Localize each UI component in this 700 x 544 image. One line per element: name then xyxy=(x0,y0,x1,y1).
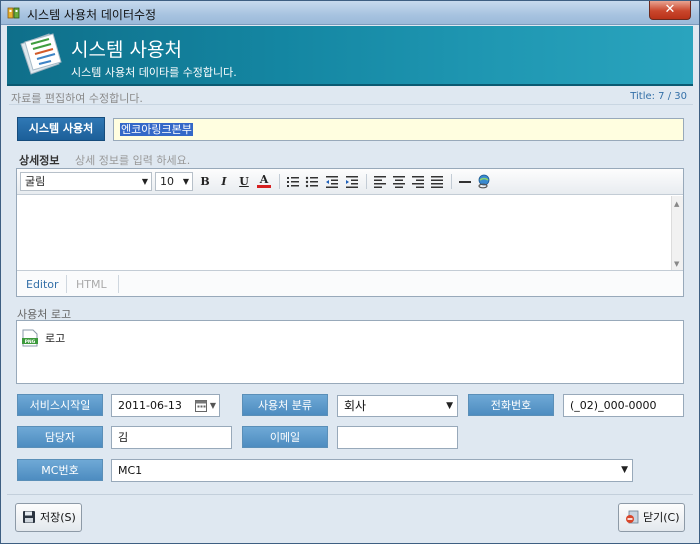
phone-input[interactable]: (_02)_000-0000 xyxy=(563,394,684,417)
header-banner: 시스템 사용처 시스템 사용처 데이타를 수정합니다. xyxy=(7,26,693,86)
bold-button[interactable]: B xyxy=(198,174,212,189)
service-start-label: 서비스시작일 xyxy=(17,394,103,416)
phone-label: 전화번호 xyxy=(468,394,554,416)
align-justify-icon[interactable] xyxy=(430,174,444,189)
chevron-down-icon[interactable]: ▼ xyxy=(210,395,216,416)
insert-link-icon[interactable] xyxy=(477,174,491,189)
document-stack-icon xyxy=(20,33,62,75)
record-counter: Title: 7 / 30 xyxy=(630,91,687,102)
email-label: 이메일 xyxy=(242,426,328,448)
manager-value: 김 xyxy=(118,431,129,444)
editor-mode-tabs: Editor HTML xyxy=(17,270,683,296)
chevron-down-icon: ▼ xyxy=(182,177,189,186)
service-start-date-input[interactable]: 2011-06-13 ▼ xyxy=(111,394,220,417)
unordered-list-icon[interactable] xyxy=(305,174,319,189)
editor-scrollbar[interactable]: ▲ ▼ xyxy=(671,196,683,270)
category-value: 회사 xyxy=(344,399,367,413)
font-size-select[interactable]: 10 ▼ xyxy=(155,172,193,191)
toolbar-divider xyxy=(451,174,452,189)
font-family-value: 굴림 xyxy=(25,175,46,188)
footer-divider xyxy=(7,494,693,495)
scroll-down-icon[interactable]: ▼ xyxy=(674,260,679,268)
system-user-value: 엔코아링크본부 xyxy=(120,123,193,136)
window-title: 시스템 사용처 데이터수정 xyxy=(27,8,157,22)
save-button-label: 저장(S) xyxy=(40,511,76,524)
system-user-input[interactable]: 엔코아링크본부 xyxy=(113,118,684,141)
category-select[interactable]: 회사 ▼ xyxy=(337,395,458,417)
header-subtitle: 시스템 사용처 데이타를 수정합니다. xyxy=(71,66,237,79)
chevron-down-icon: ▼ xyxy=(446,401,453,411)
manager-label: 담당자 xyxy=(17,426,103,448)
scroll-up-icon[interactable]: ▲ xyxy=(674,200,679,208)
logo-attachment-box[interactable]: PNG 로고 xyxy=(16,320,684,384)
edit-hint: 자료를 편집하여 수정합니다. xyxy=(11,92,143,105)
tab-editor[interactable]: Editor xyxy=(26,278,59,291)
save-button[interactable]: 저장(S) xyxy=(15,503,82,532)
close-button[interactable]: 닫기(C) xyxy=(618,503,685,532)
email-input[interactable] xyxy=(337,426,458,449)
tab-divider xyxy=(118,275,119,293)
font-family-select[interactable]: 굴림 ▼ xyxy=(20,172,152,191)
logo-file-name[interactable]: 로고 xyxy=(45,330,65,346)
chevron-down-icon: ▼ xyxy=(621,465,628,475)
outdent-icon[interactable] xyxy=(325,174,339,189)
toolbar-divider xyxy=(279,174,280,189)
info-bar: 자료를 편집하여 수정합니다. Title: 7 / 30 xyxy=(9,89,693,105)
rich-text-editor: 굴림 ▼ 10 ▼ B I U A ▲ ▼ Editor HTML xyxy=(16,168,684,297)
mc-number-value: MC1 xyxy=(118,464,143,477)
indent-icon[interactable] xyxy=(345,174,359,189)
underline-button[interactable]: U xyxy=(237,174,251,189)
floppy-disk-icon xyxy=(23,511,35,523)
edit-dialog: 시스템 사용처 데이터수정 ✕ 시스템 사용처 시스템 사용처 데이타를 수정합… xyxy=(0,0,700,544)
italic-button[interactable]: I xyxy=(217,174,231,189)
editor-toolbar: 굴림 ▼ 10 ▼ B I U A xyxy=(17,169,683,195)
category-label: 사용처 분류 xyxy=(242,394,328,416)
editor-content-area[interactable] xyxy=(17,196,671,270)
horizontal-rule-icon[interactable] xyxy=(458,174,472,189)
window-close-button[interactable]: ✕ xyxy=(649,1,691,20)
close-button-label: 닫기(C) xyxy=(643,511,680,524)
detail-hint: 상세 정보를 입력 하세요. xyxy=(75,154,191,167)
align-right-icon[interactable] xyxy=(411,174,425,189)
mc-number-label: MC번호 xyxy=(17,459,103,481)
font-size-value: 10 xyxy=(160,175,174,188)
calendar-icon[interactable] xyxy=(195,399,207,412)
font-color-button[interactable]: A xyxy=(257,174,271,188)
align-left-icon[interactable] xyxy=(373,174,387,189)
header-title: 시스템 사용처 xyxy=(71,39,182,61)
tab-html[interactable]: HTML xyxy=(76,278,107,291)
ordered-list-icon[interactable] xyxy=(286,174,300,189)
title-bar: 시스템 사용처 데이터수정 ✕ xyxy=(1,1,699,25)
manager-input[interactable]: 김 xyxy=(111,426,232,449)
png-badge: PNG xyxy=(25,339,36,345)
app-icon xyxy=(7,7,20,19)
toolbar-divider xyxy=(366,174,367,189)
align-center-icon[interactable] xyxy=(392,174,406,189)
phone-value: (_02)_000-0000 xyxy=(570,399,657,412)
exit-icon xyxy=(626,510,639,524)
chevron-down-icon: ▼ xyxy=(141,177,148,186)
system-user-label: 시스템 사용처 xyxy=(17,117,105,141)
png-file-icon: PNG xyxy=(22,329,38,347)
tab-divider xyxy=(66,275,67,293)
service-start-date-value: 2011-06-13 xyxy=(118,399,182,412)
mc-number-select[interactable]: MC1 ▼ xyxy=(111,459,633,482)
detail-title: 상세정보 xyxy=(19,154,60,167)
